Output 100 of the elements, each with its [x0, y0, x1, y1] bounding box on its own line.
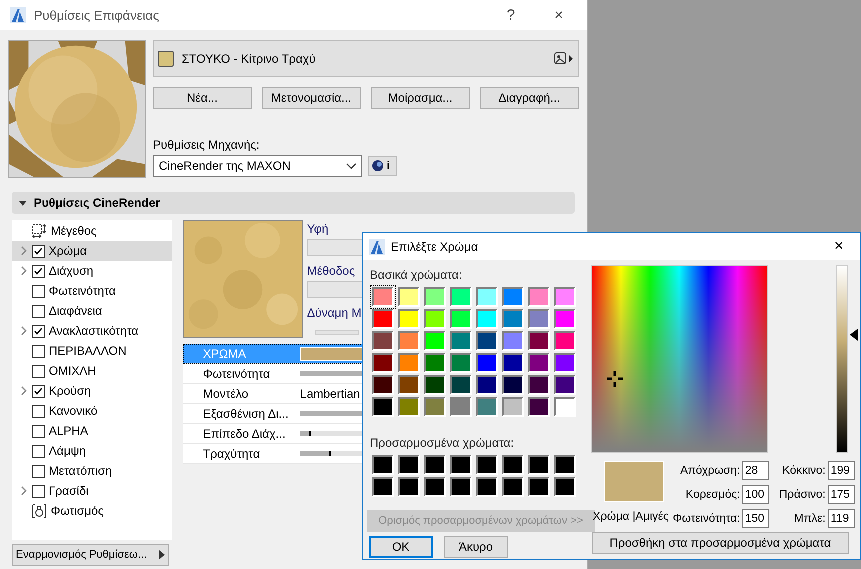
color-swatch[interactable]	[502, 455, 524, 475]
color-swatch[interactable]	[476, 375, 498, 395]
value-field[interactable]: 199	[828, 461, 855, 480]
material-button[interactable]: Νέα...	[153, 87, 252, 109]
checkbox[interactable]	[32, 404, 45, 418]
color-swatch[interactable]	[528, 455, 550, 475]
value-field[interactable]: 150	[742, 509, 770, 528]
expand-icon[interactable]	[20, 266, 28, 276]
checkbox[interactable]	[32, 364, 45, 378]
color-swatch[interactable]	[450, 397, 472, 417]
ok-button[interactable]: OK	[369, 536, 433, 558]
color-swatch[interactable]	[424, 353, 446, 373]
color-swatch[interactable]	[450, 477, 472, 497]
color-swatch[interactable]	[502, 287, 524, 307]
checkbox[interactable]	[32, 484, 45, 498]
color-swatch[interactable]	[450, 375, 472, 395]
channel-item[interactable]: Χρώμα	[12, 241, 172, 261]
channel-item[interactable]: ΟΜΙΧΛΗ	[12, 361, 172, 381]
color-swatch[interactable]	[476, 353, 498, 373]
channel-item[interactable]: Φωτεινότητα	[12, 281, 172, 301]
luminance-arrow[interactable]	[850, 328, 858, 341]
color-swatch[interactable]	[554, 375, 576, 395]
channel-item[interactable]: ALPHA	[12, 421, 172, 441]
color-swatch[interactable]	[450, 287, 472, 307]
color-swatch[interactable]	[398, 331, 420, 351]
color-swatch[interactable]	[424, 331, 446, 351]
color-swatch[interactable]	[372, 477, 394, 497]
channel-item[interactable]: Γρασίδι	[12, 481, 172, 501]
color-swatch[interactable]	[502, 353, 524, 373]
checkbox[interactable]	[32, 464, 45, 478]
color-swatch[interactable]	[398, 375, 420, 395]
color-swatch[interactable]	[372, 309, 394, 329]
checkbox[interactable]	[32, 244, 45, 258]
expand-icon[interactable]	[20, 486, 28, 496]
color-swatch[interactable]	[398, 397, 420, 417]
channel-item[interactable]: Λάμψη	[12, 441, 172, 461]
color-swatch[interactable]	[502, 397, 524, 417]
channel-item[interactable]: Μέγεθος	[12, 221, 172, 241]
color-swatch[interactable]	[372, 287, 394, 307]
expand-icon[interactable]	[20, 326, 28, 336]
value-field[interactable]: 119	[828, 509, 855, 528]
color-swatch[interactable]	[372, 353, 394, 373]
color-swatch[interactable]	[528, 375, 550, 395]
color-swatch[interactable]	[476, 397, 498, 417]
color-swatch[interactable]	[398, 287, 420, 307]
color-swatch[interactable]	[476, 455, 498, 475]
checkbox[interactable]	[32, 384, 45, 398]
color-swatch[interactable]	[450, 309, 472, 329]
checkbox[interactable]	[32, 424, 45, 438]
color-swatch[interactable]	[554, 353, 576, 373]
image-menu-icon[interactable]	[554, 52, 574, 66]
color-swatch[interactable]	[476, 287, 498, 307]
color-swatch[interactable]	[450, 353, 472, 373]
color-swatch[interactable]	[554, 455, 576, 475]
color-swatch[interactable]	[424, 375, 446, 395]
color-swatch[interactable]	[476, 331, 498, 351]
color-swatch[interactable]	[502, 477, 524, 497]
channel-item[interactable]: Κανονικό	[12, 401, 172, 421]
color-swatch[interactable]	[424, 477, 446, 497]
color-swatch[interactable]	[424, 309, 446, 329]
color-swatch[interactable]	[554, 287, 576, 307]
material-button[interactable]: Μοίρασμα...	[371, 87, 470, 109]
color-swatch[interactable]	[372, 375, 394, 395]
channel-item[interactable]: Ανακλαστικότητα	[12, 321, 172, 341]
color-swatch[interactable]	[398, 455, 420, 475]
color-swatch[interactable]	[554, 309, 576, 329]
material-selector[interactable]: ΣΤΟΥΚΟ - Κίτρινο Τραχύ	[153, 40, 579, 77]
checkbox[interactable]	[32, 304, 45, 318]
value-field[interactable]: 175	[828, 485, 855, 504]
checkbox[interactable]	[32, 284, 45, 298]
material-button[interactable]: Μετονομασία...	[262, 87, 361, 109]
color-swatch[interactable]	[528, 331, 550, 351]
channel-item[interactable]: Κρούση	[12, 381, 172, 401]
color-swatch[interactable]	[476, 309, 498, 329]
value-field[interactable]: 28	[742, 461, 770, 480]
color-swatch[interactable]	[450, 455, 472, 475]
color-swatch[interactable]	[554, 477, 576, 497]
material-button[interactable]: Διαγραφή...	[480, 87, 579, 109]
luminance-slider[interactable]	[836, 265, 858, 453]
cancel-button[interactable]: Άκυρο	[444, 536, 508, 558]
color-swatch[interactable]	[528, 287, 550, 307]
expand-icon[interactable]	[20, 386, 28, 396]
color-swatch[interactable]	[554, 331, 576, 351]
close-button[interactable]: ×	[539, 6, 579, 24]
color-swatch[interactable]	[424, 397, 446, 417]
section-header[interactable]: Ρυθμίσεις CineRender	[12, 192, 575, 214]
color-swatch[interactable]	[372, 455, 394, 475]
color-swatch[interactable]	[528, 353, 550, 373]
color-swatch[interactable]	[398, 353, 420, 373]
info-button[interactable]: i	[368, 156, 397, 176]
color-swatch[interactable]	[528, 309, 550, 329]
expand-icon[interactable]	[20, 246, 28, 256]
checkbox[interactable]	[32, 324, 45, 338]
color-swatch[interactable]	[554, 397, 576, 417]
color-spectrum[interactable]	[591, 265, 768, 453]
channel-item[interactable]: Διαφάνεια	[12, 301, 172, 321]
color-swatch[interactable]	[372, 397, 394, 417]
color-swatch[interactable]	[502, 309, 524, 329]
channel-item[interactable]: Φωτισμός	[12, 501, 172, 521]
color-swatch[interactable]	[450, 331, 472, 351]
